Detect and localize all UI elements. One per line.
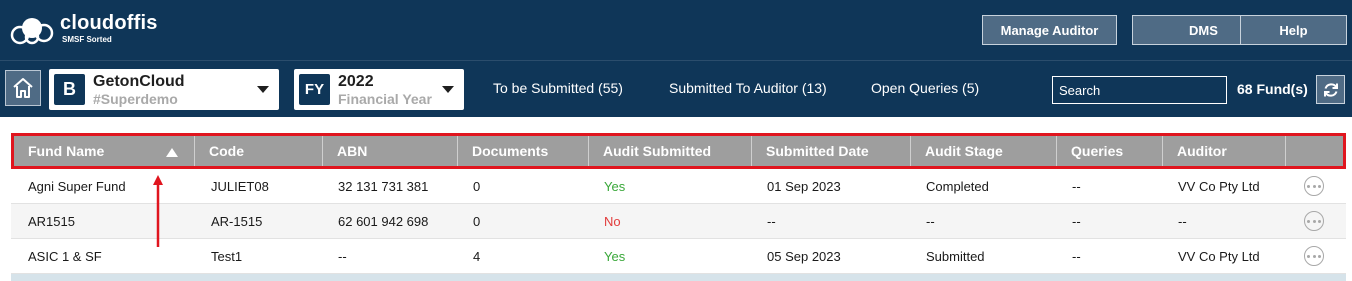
column-header-auditor[interactable]: Auditor <box>1163 136 1286 166</box>
abn-cell: 32 131 731 381 <box>338 179 429 194</box>
column-header-audit-submitted[interactable]: Audit Submitted <box>589 136 752 166</box>
top-bar: cloudoffis SMSF Sorted Manage Auditor DM… <box>0 0 1352 60</box>
auditor-cell: VV Co Pty Ltd <box>1178 179 1260 194</box>
logo-name: cloudoffis <box>60 12 158 34</box>
more-options-icon[interactable] <box>1304 176 1324 196</box>
documents-cell: 0 <box>473 214 481 229</box>
column-header-code[interactable]: Code <box>195 136 323 166</box>
financial-year-selector[interactable]: FY 2022 Financial Year <box>294 69 464 110</box>
audit-stage-cell: Completed <box>926 179 989 194</box>
client-selector[interactable]: B GetonCloud #Superdemo <box>49 69 279 110</box>
submitted-to-auditor-link[interactable]: Submitted To Auditor (13) <box>669 80 827 96</box>
table-scroll-strip <box>11 274 1346 281</box>
client-name: GetonCloud <box>93 73 185 90</box>
audit-stage-cell: -- <box>926 214 935 229</box>
open-queries-link[interactable]: Open Queries (5) <box>871 80 979 96</box>
audit-submitted-cell: Yes <box>604 249 626 264</box>
search-input[interactable] <box>1052 76 1227 104</box>
client-badge: B <box>54 74 85 105</box>
home-button[interactable] <box>5 70 41 106</box>
documents-cell: 4 <box>473 249 481 264</box>
refresh-button[interactable] <box>1316 75 1345 104</box>
client-subtitle: #Superdemo <box>93 91 178 107</box>
audit-stage-cell: Submitted <box>926 249 985 264</box>
auditor-cell: -- <box>1178 214 1187 229</box>
column-header-actions <box>1286 136 1343 166</box>
table-row[interactable]: ASIC 1 & SF Test1 -- 4 Yes 05 Sep 2023 S… <box>11 239 1346 274</box>
code-cell: AR-1515 <box>211 214 263 229</box>
table-row[interactable]: AR1515 AR-1515 62 601 942 698 0 No -- --… <box>11 204 1346 239</box>
fund-name-cell[interactable]: AR1515 <box>11 204 75 239</box>
logo-tagline: SMSF Sorted <box>62 35 112 44</box>
fund-name-cell[interactable]: ASIC 1 & SF <box>11 239 102 274</box>
queries-cell: -- <box>1072 249 1081 264</box>
toolbar: B GetonCloud #Superdemo FY 2022 Financia… <box>0 60 1352 117</box>
financial-year-value: 2022 <box>338 73 374 90</box>
refresh-icon <box>1323 82 1338 97</box>
abn-cell: 62 601 942 698 <box>338 214 429 229</box>
documents-cell: 0 <box>473 179 481 194</box>
help-button[interactable]: Help <box>1240 15 1347 45</box>
audit-submitted-cell: No <box>604 214 621 229</box>
queries-cell: -- <box>1072 214 1081 229</box>
column-header-label: Fund Name <box>28 143 105 159</box>
fy-badge: FY <box>299 74 330 105</box>
cloudoffis-logo[interactable]: cloudoffis SMSF Sorted <box>10 12 157 48</box>
manage-auditor-button[interactable]: Manage Auditor <box>982 15 1117 45</box>
chevron-down-icon <box>257 86 269 93</box>
chevron-down-icon <box>442 86 454 93</box>
audit-submitted-cell: Yes <box>604 179 626 194</box>
column-header-submitted-date[interactable]: Submitted Date <box>752 136 911 166</box>
table-row[interactable]: Agni Super Fund JULIET08 32 131 731 381 … <box>11 169 1346 204</box>
column-header-abn[interactable]: ABN <box>323 136 458 166</box>
submitted-date-cell: 01 Sep 2023 <box>767 179 841 194</box>
fund-name-cell[interactable]: Agni Super Fund <box>11 169 126 204</box>
code-cell: JULIET08 <box>211 179 269 194</box>
code-cell: Test1 <box>211 249 243 264</box>
auditor-cell: VV Co Pty Ltd <box>1178 249 1260 264</box>
more-options-icon[interactable] <box>1304 211 1324 231</box>
financial-year-subtitle: Financial Year <box>338 91 432 107</box>
submitted-date-cell: 05 Sep 2023 <box>767 249 841 264</box>
column-header-fund-name[interactable]: Fund Name <box>14 136 195 166</box>
column-header-documents[interactable]: Documents <box>458 136 589 166</box>
column-header-audit-stage[interactable]: Audit Stage <box>911 136 1057 166</box>
fund-count: 68 Fund(s) <box>1237 81 1308 97</box>
more-options-icon[interactable] <box>1304 246 1324 266</box>
cloud-logo-icon <box>10 18 54 45</box>
home-icon <box>13 78 33 98</box>
table-header: Fund Name Code ABN Documents Audit Submi… <box>11 133 1346 169</box>
abn-cell: -- <box>338 249 347 264</box>
submitted-date-cell: -- <box>767 214 776 229</box>
queries-cell: -- <box>1072 179 1081 194</box>
column-header-queries[interactable]: Queries <box>1057 136 1163 166</box>
annotation-arrow-icon <box>153 175 163 247</box>
to-be-submitted-link[interactable]: To be Submitted (55) <box>493 80 623 96</box>
sort-ascending-icon[interactable] <box>166 148 178 157</box>
